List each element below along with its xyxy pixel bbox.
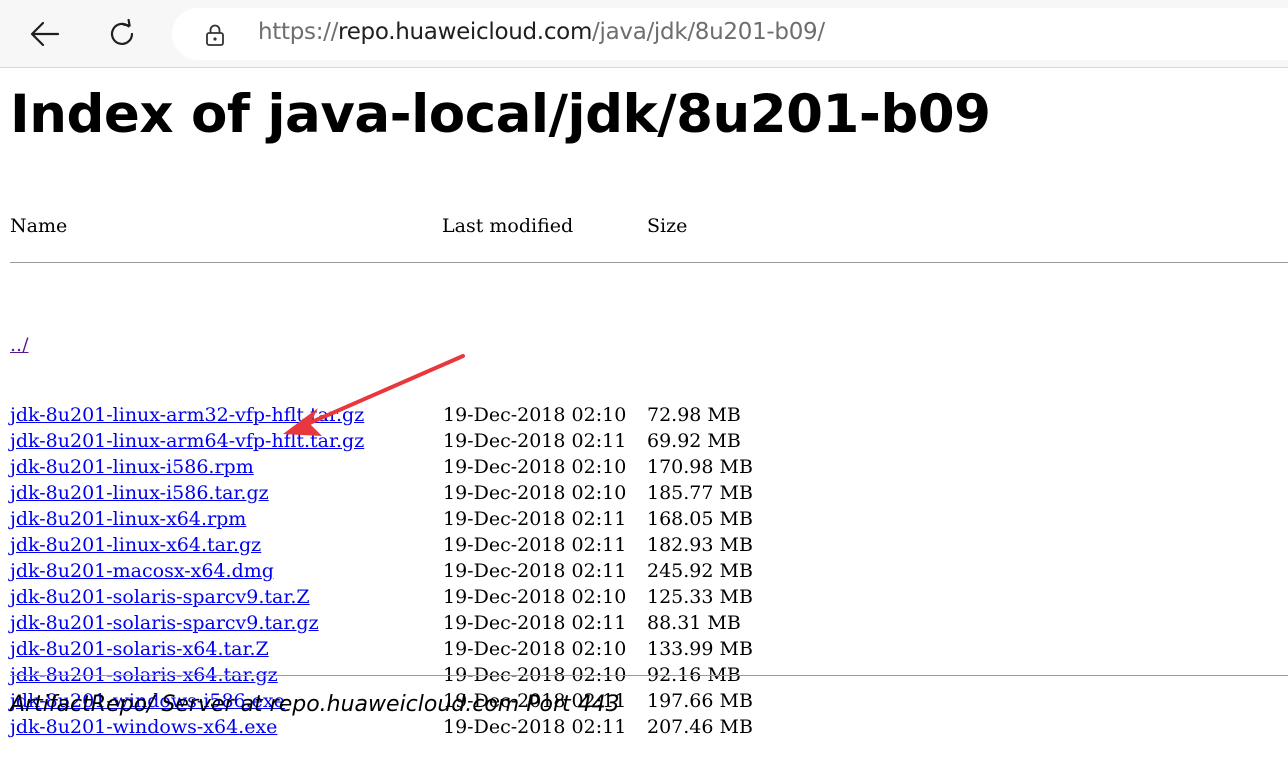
file-last-modified: 19-Dec-2018 02:11	[443, 716, 627, 738]
file-row: jdk-8u201-solaris-sparcv9.tar.Z 19-Dec-20…	[10, 584, 910, 610]
file-row: jdk-8u201-macosx-x64.dmg 19-Dec-2018 02:1…	[10, 558, 910, 584]
column-header-size: Size	[647, 215, 688, 237]
file-size: 72.98 MB	[647, 404, 741, 426]
file-row: jdk-8u201-solaris-sparcv9.tar.gz 19-Dec-2…	[10, 610, 910, 636]
file-link[interactable]: jdk-8u201-macosx-x64.dmg	[10, 558, 274, 584]
file-size: 197.66 MB	[647, 690, 753, 712]
file-row: jdk-8u201-linux-i586.rpm 19-Dec-2018 02:1…	[10, 454, 910, 480]
file-size: 125.33 MB	[647, 586, 753, 608]
file-last-modified: 19-Dec-2018 02:11	[443, 612, 627, 634]
file-link[interactable]: jdk-8u201-solaris-sparcv9.tar.Z	[10, 584, 310, 610]
file-size: 88.31 MB	[647, 612, 741, 634]
file-link[interactable]: jdk-8u201-linux-arm32-vfp-hflt.tar.gz	[10, 402, 364, 428]
file-row: jdk-8u201-solaris-x64.tar.Z 19-Dec-2018 0…	[10, 636, 910, 662]
file-last-modified: 19-Dec-2018 02:11	[443, 508, 627, 530]
file-link[interactable]: jdk-8u201-linux-x64.tar.gz	[10, 532, 261, 558]
file-link[interactable]: jdk-8u201-solaris-sparcv9.tar.gz	[10, 610, 319, 636]
listing-header: Name Last modified Size	[10, 215, 910, 241]
address-bar[interactable]: https://repo.huaweicloud.com/java/jdk/8u…	[172, 8, 1288, 60]
file-row: jdk-8u201-linux-x64.tar.gz 19-Dec-2018 02…	[10, 532, 910, 558]
file-row: jdk-8u201-linux-i586.tar.gz 19-Dec-2018 0…	[10, 480, 910, 506]
file-row: jdk-8u201-linux-arm64-vfp-hflt.tar.gz 19-…	[10, 428, 910, 454]
file-listing: ../ jdk-8u201-linux-arm32-vfp-hflt.tar.g…	[10, 288, 910, 762]
url-scheme: https://	[258, 19, 339, 45]
file-link[interactable]: jdk-8u201-linux-i586.tar.gz	[10, 480, 269, 506]
file-link[interactable]: jdk-8u201-solaris-x64.tar.Z	[10, 636, 269, 662]
file-last-modified: 19-Dec-2018 02:10	[443, 586, 627, 608]
file-last-modified: 19-Dec-2018 02:10	[443, 638, 627, 660]
back-button[interactable]	[23, 12, 67, 56]
reload-button[interactable]	[100, 12, 144, 56]
file-size: 69.92 MB	[647, 430, 741, 452]
header-divider	[10, 262, 1288, 263]
file-last-modified: 19-Dec-2018 02:10	[443, 482, 627, 504]
file-size: 245.92 MB	[647, 560, 753, 582]
file-link[interactable]: jdk-8u201-linux-arm64-vfp-hflt.tar.gz	[10, 428, 364, 454]
server-signature: ArtifactRepo/ Server at repo.huaweicloud…	[10, 692, 620, 717]
page-title: Index of java-local/jdk/8u201-b09	[10, 84, 991, 145]
file-last-modified: 19-Dec-2018 02:11	[443, 560, 627, 582]
file-row: jdk-8u201-linux-x64.rpm 19-Dec-2018 02:11…	[10, 506, 910, 532]
file-size: 185.77 MB	[647, 482, 753, 504]
file-row: jdk-8u201-linux-arm32-vfp-hflt.tar.gz 19-…	[10, 402, 910, 428]
reload-icon	[110, 18, 134, 45]
lock-icon[interactable]	[202, 22, 228, 48]
parent-directory-row: ../	[10, 332, 910, 358]
file-size: 207.46 MB	[647, 716, 753, 738]
file-last-modified: 19-Dec-2018 02:11	[443, 430, 627, 452]
footer-divider	[10, 675, 1288, 676]
file-last-modified: 19-Dec-2018 02:10	[443, 404, 627, 426]
file-rows: jdk-8u201-linux-arm32-vfp-hflt.tar.gz 19-…	[10, 402, 910, 740]
column-header-name: Name	[10, 215, 68, 237]
file-link[interactable]: jdk-8u201-windows-x64.exe	[10, 714, 277, 740]
file-size: 170.98 MB	[647, 456, 753, 478]
file-link[interactable]: jdk-8u201-linux-x64.rpm	[10, 506, 246, 532]
column-header-last-modified: Last modified	[442, 215, 574, 237]
file-last-modified: 19-Dec-2018 02:10	[443, 456, 627, 478]
url-path: /java/jdk/8u201-b09/	[592, 19, 825, 45]
browser-toolbar: https://repo.huaweicloud.com/java/jdk/8u…	[0, 0, 1288, 68]
file-size: 182.93 MB	[647, 534, 753, 556]
parent-directory-link[interactable]: ../	[10, 332, 28, 358]
url-text[interactable]: https://repo.huaweicloud.com/java/jdk/8u…	[258, 19, 825, 45]
file-row: jdk-8u201-windows-x64.exe 19-Dec-2018 02:…	[10, 714, 910, 740]
file-size: 168.05 MB	[647, 508, 753, 530]
file-last-modified: 19-Dec-2018 02:11	[443, 534, 627, 556]
arrow-left-icon	[30, 21, 60, 47]
url-host: repo.huaweicloud.com	[338, 19, 593, 45]
file-link[interactable]: jdk-8u201-linux-i586.rpm	[10, 454, 254, 480]
file-size: 133.99 MB	[647, 638, 753, 660]
